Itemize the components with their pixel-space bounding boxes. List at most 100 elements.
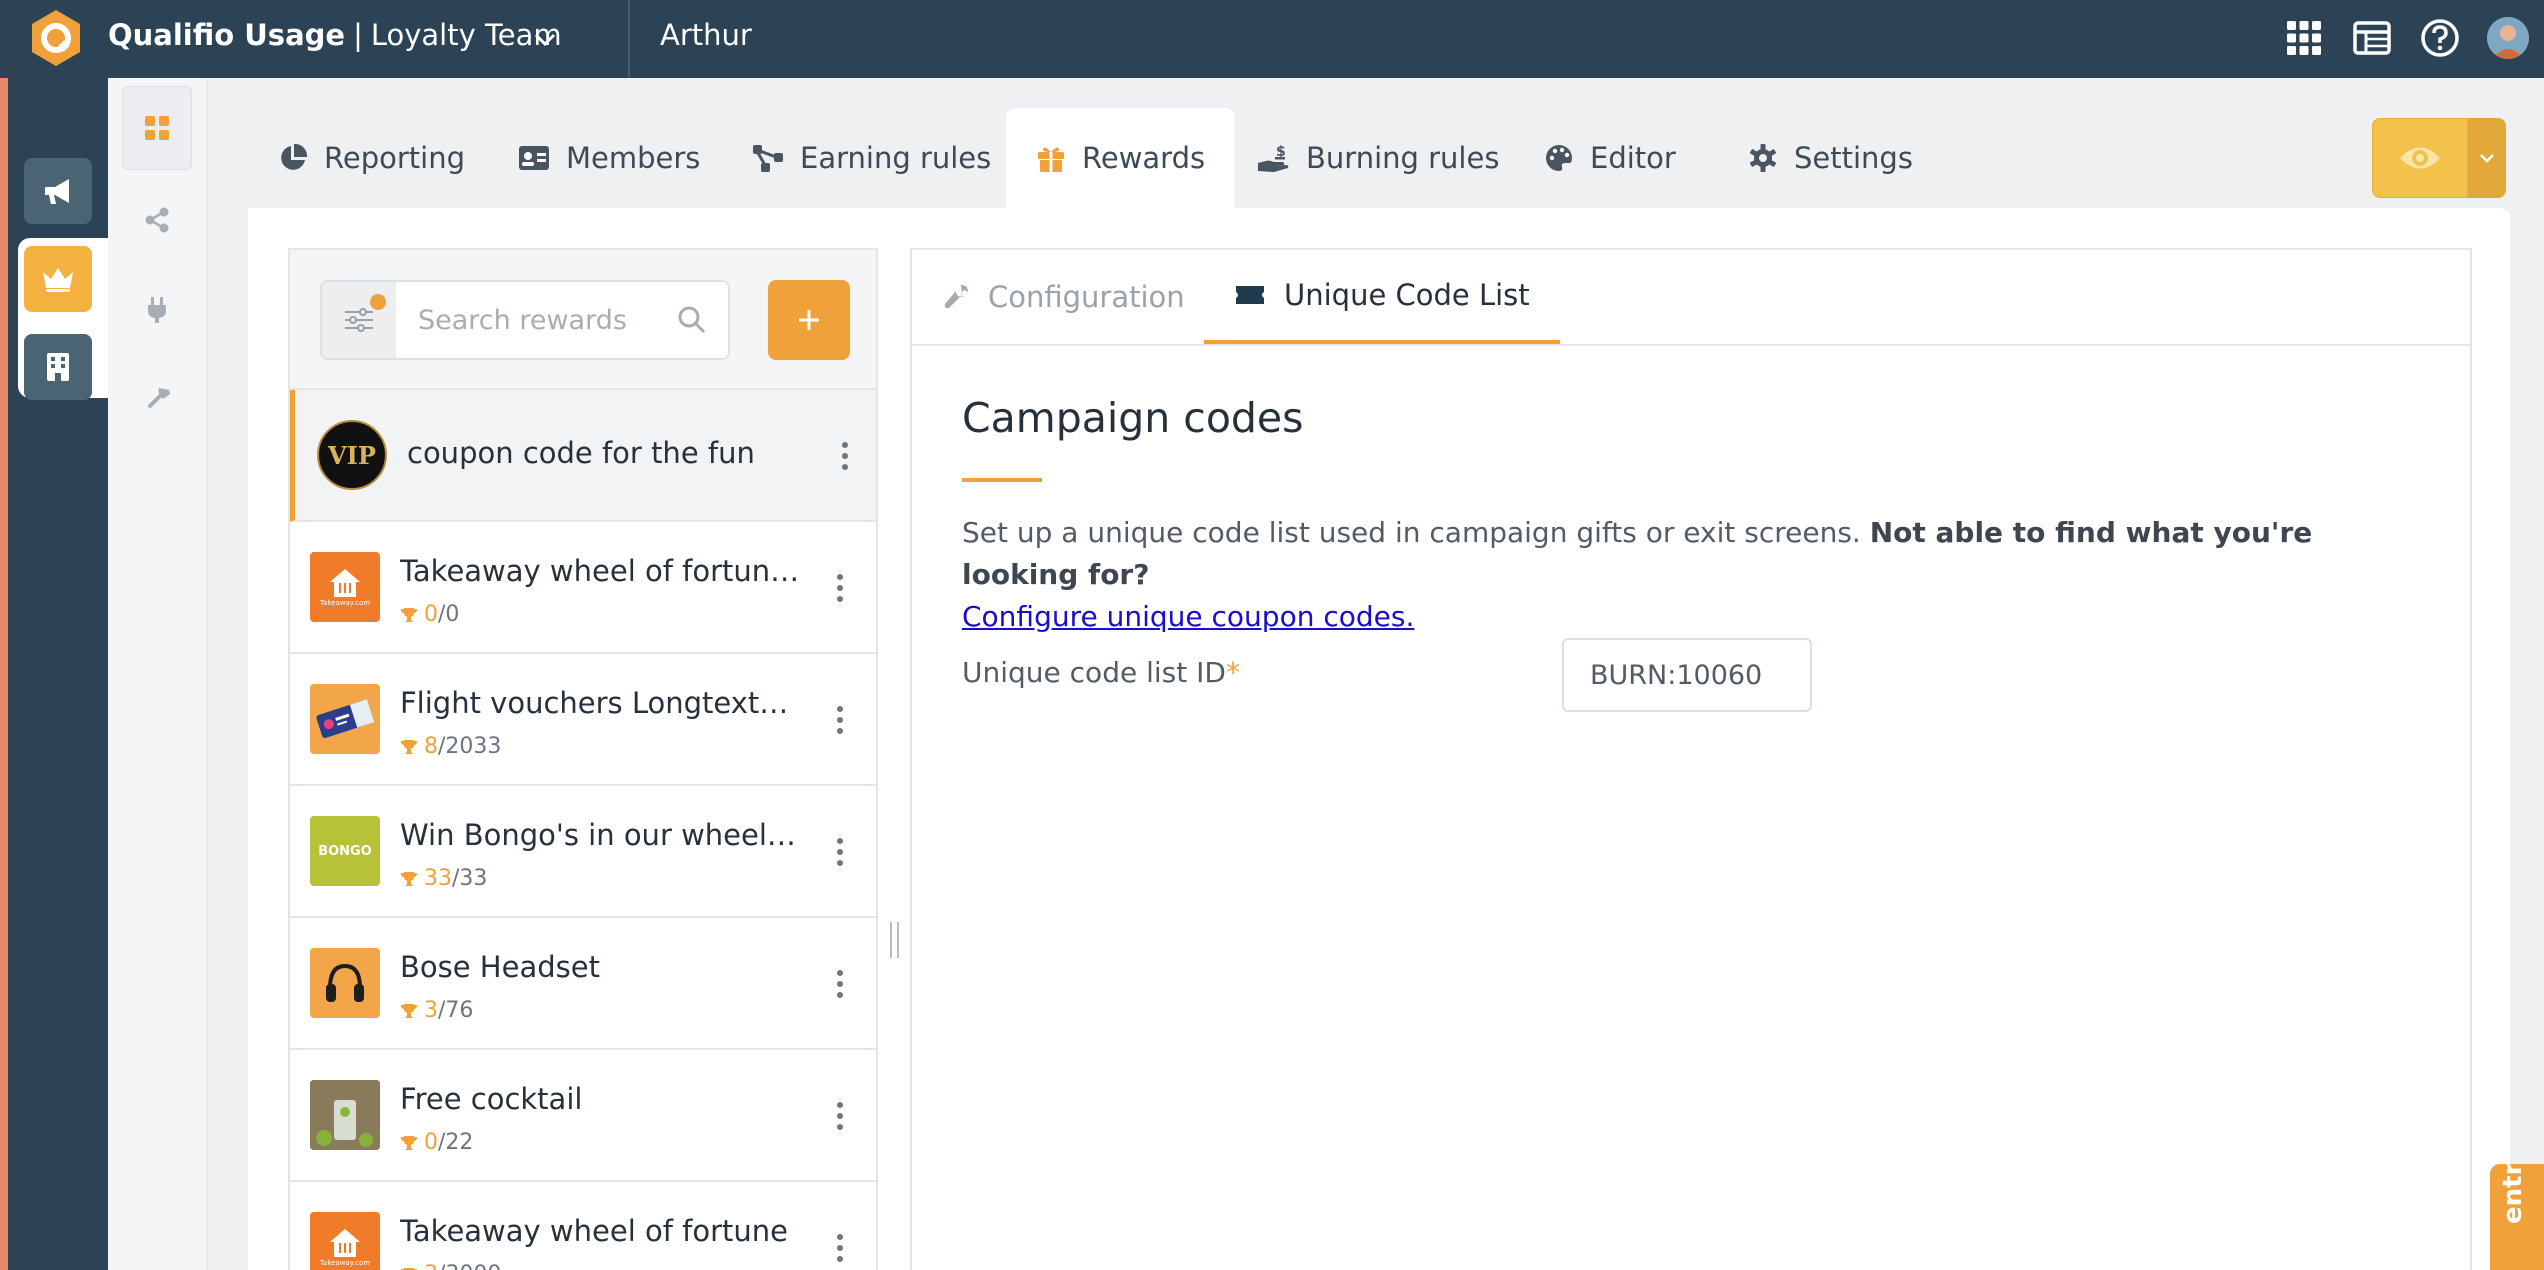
filter-button[interactable] bbox=[320, 280, 398, 360]
wrench-icon bbox=[944, 285, 968, 309]
chevron-down-icon[interactable] bbox=[532, 26, 558, 52]
apps-grid-icon[interactable] bbox=[2284, 18, 2324, 58]
table-icon[interactable] bbox=[2352, 18, 2392, 58]
tab-burning-rules[interactable]: $ Burning rules bbox=[1226, 108, 1529, 208]
reward-won-count: 0 bbox=[424, 602, 438, 627]
reward-won-count: 33 bbox=[424, 866, 452, 891]
help-tab-label: entre bbox=[2498, 1164, 2528, 1224]
reward-item[interactable]: Flight vouchers LongtextLo... 8/2033 bbox=[290, 654, 876, 786]
add-reward-button[interactable] bbox=[768, 280, 850, 360]
flight-ticket-icon bbox=[316, 699, 375, 738]
app-title[interactable]: Qualifio Usage | Loyalty Team bbox=[108, 18, 562, 52]
rail-loyalty-button[interactable] bbox=[24, 246, 92, 312]
heading-underline bbox=[962, 478, 1042, 482]
rail2-tools-item[interactable] bbox=[122, 358, 192, 442]
trophy-icon bbox=[401, 607, 417, 622]
search-input[interactable] bbox=[396, 282, 666, 358]
section-heading: Campaign codes bbox=[962, 394, 1304, 442]
building-icon bbox=[47, 353, 69, 381]
preview-button[interactable] bbox=[2372, 118, 2468, 198]
panel-resize-handle[interactable] bbox=[886, 922, 902, 958]
reward-item[interactable]: VIP coupon code for the fun bbox=[290, 390, 876, 522]
id-card-icon bbox=[519, 146, 549, 170]
reward-total-count: /76 bbox=[438, 998, 474, 1023]
gear-icon bbox=[1749, 144, 1777, 172]
reward-total-count: /33 bbox=[452, 866, 488, 891]
reward-title: Takeaway wheel of fortune 1 bbox=[400, 554, 800, 588]
reward-thumbnail-bongo: BONGO bbox=[310, 816, 380, 886]
reward-detail-panel: Configuration Unique Code List Campaign … bbox=[910, 248, 2472, 1270]
kebab-menu-icon[interactable] bbox=[830, 1228, 850, 1268]
tab-editor[interactable]: Editor bbox=[1514, 108, 1706, 208]
rail-campaigns-button[interactable] bbox=[24, 158, 92, 224]
tab-label: Configuration bbox=[988, 280, 1185, 314]
tab-earning-rules[interactable]: Earning rules bbox=[722, 108, 1021, 208]
reward-title: Win Bongo's in our wheel o... bbox=[400, 818, 800, 852]
takeaway-logo-text: Takeaway.com bbox=[319, 1259, 371, 1267]
reward-item[interactable]: Free cocktail 0/22 bbox=[290, 1050, 876, 1182]
kebab-menu-icon[interactable] bbox=[830, 1096, 850, 1136]
reward-item[interactable]: Takeaway.com Takeaway wheel of fortune 3… bbox=[290, 1182, 876, 1270]
tab-label: Unique Code List bbox=[1284, 278, 1530, 312]
reward-thumbnail-takeaway: Takeaway.com bbox=[310, 1212, 380, 1270]
filter-sliders-icon bbox=[345, 308, 373, 332]
tab-reporting[interactable]: Reporting bbox=[248, 108, 495, 208]
preview-dropdown-button[interactable] bbox=[2468, 118, 2506, 198]
left-accent-bar bbox=[0, 78, 8, 1270]
unique-code-list-id-field[interactable] bbox=[1562, 638, 1812, 712]
reward-total-count: /2033 bbox=[438, 734, 502, 759]
description-text: Set up a unique code list used in campai… bbox=[962, 516, 1861, 549]
help-centre-tab[interactable]: entre bbox=[2490, 1164, 2544, 1270]
user-name[interactable]: Arthur bbox=[660, 18, 752, 52]
reward-stats: 3/3000 bbox=[400, 1262, 501, 1270]
reward-item[interactable]: Takeaway.com Takeaway wheel of fortune 1… bbox=[290, 522, 876, 654]
reward-title: Takeaway wheel of fortune bbox=[400, 1214, 789, 1248]
trophy-icon bbox=[401, 1135, 417, 1150]
tab-label: Earning rules bbox=[800, 141, 992, 175]
rail2-share-item[interactable] bbox=[122, 178, 192, 262]
section-description: Set up a unique code list used in campai… bbox=[962, 512, 2422, 638]
kebab-menu-icon[interactable] bbox=[830, 964, 850, 1004]
plus-icon bbox=[799, 310, 819, 330]
cocktail-photo-icon bbox=[310, 1080, 380, 1150]
tab-members[interactable]: Members bbox=[488, 108, 730, 208]
reward-stats: 0/0 bbox=[400, 602, 459, 627]
user-avatar[interactable] bbox=[2487, 17, 2529, 59]
tab-configuration[interactable]: Configuration bbox=[912, 250, 1215, 344]
rail2-integrations-item[interactable] bbox=[122, 268, 192, 352]
reward-item[interactable]: Bose Headset 3/76 bbox=[290, 918, 876, 1050]
reward-item[interactable]: BONGO Win Bongo's in our wheel o... 33/3… bbox=[290, 786, 876, 918]
app-name: Qualifio Usage bbox=[108, 18, 346, 52]
rail-company-button[interactable] bbox=[24, 334, 92, 400]
search-icon[interactable] bbox=[676, 304, 708, 336]
megaphone-icon bbox=[45, 179, 69, 204]
tab-unique-code-list[interactable]: Unique Code List bbox=[1204, 250, 1560, 344]
help-icon[interactable] bbox=[2420, 18, 2460, 58]
trophy-icon bbox=[401, 739, 417, 754]
secondary-rail bbox=[108, 78, 208, 1270]
headphones-icon bbox=[326, 963, 364, 1002]
tab-rewards[interactable]: Rewards bbox=[1006, 108, 1236, 208]
kebab-menu-icon[interactable] bbox=[835, 436, 855, 476]
filter-active-dot bbox=[370, 294, 386, 310]
reward-thumbnail-flight bbox=[310, 684, 380, 754]
rewards-list-header bbox=[290, 250, 876, 390]
search-box bbox=[396, 280, 730, 360]
tab-settings[interactable]: Settings bbox=[1718, 108, 1943, 208]
palette-icon bbox=[1546, 145, 1572, 171]
vip-logo-text: VIP bbox=[328, 440, 376, 470]
avatar-photo-icon bbox=[2487, 17, 2529, 59]
tab-label: Members bbox=[566, 141, 701, 175]
reward-title: Bose Headset bbox=[400, 950, 600, 984]
rail2-dashboard-item[interactable] bbox=[122, 86, 192, 170]
reward-won-count: 3 bbox=[424, 998, 438, 1023]
nodes-icon bbox=[753, 145, 783, 172]
qualifio-logo-icon[interactable] bbox=[26, 8, 86, 68]
reward-total-count: /3000 bbox=[438, 1262, 501, 1270]
kebab-menu-icon[interactable] bbox=[830, 700, 850, 740]
kebab-menu-icon[interactable] bbox=[830, 568, 850, 608]
kebab-menu-icon[interactable] bbox=[830, 832, 850, 872]
trophy-icon bbox=[401, 1267, 417, 1270]
field-label-text: Unique code list ID bbox=[962, 656, 1226, 689]
configure-codes-link[interactable]: Configure unique coupon codes. bbox=[962, 600, 1414, 633]
